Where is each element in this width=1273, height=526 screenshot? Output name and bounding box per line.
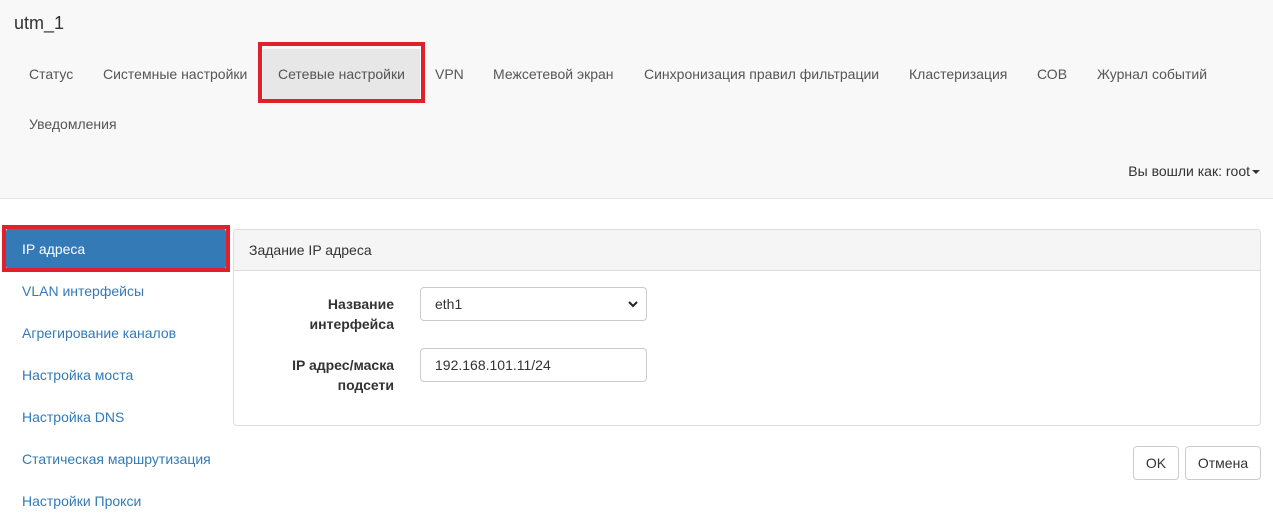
interface-label-line1: Название <box>327 296 394 312</box>
interface-label-line2: интерфейса <box>309 316 394 332</box>
ok-button[interactable]: OK <box>1133 446 1179 480</box>
nav-status[interactable]: Статус <box>14 49 88 99</box>
ip-mask-input[interactable]: 192.168.101.11/24 <box>420 348 647 382</box>
sidebar: IP адреса VLAN интерфейсы Агрегирование … <box>6 228 226 522</box>
interface-select[interactable]: eth1 <box>420 287 647 321</box>
ip-label-line2: подсети <box>337 377 394 393</box>
user-label: Вы вошли как: root <box>1128 163 1250 179</box>
sidebar-item-proxy[interactable]: Настройки Прокси <box>6 480 226 522</box>
chevron-down-icon <box>628 301 638 308</box>
nav-clustering[interactable]: Кластеризация <box>894 49 1022 99</box>
nav-notifications[interactable]: Уведомления <box>14 99 132 149</box>
interface-select-value: eth1 <box>435 296 463 312</box>
ip-label-line1: IP адрес/маска <box>292 357 394 373</box>
nav-event-log[interactable]: Журнал событий <box>1082 49 1222 99</box>
ip-address-panel: Задание IP адреса Название интерфейса et… <box>233 229 1261 426</box>
sidebar-item-static-routing[interactable]: Статическая маршрутизация <box>6 438 226 480</box>
panel-title: Задание IP адреса <box>234 230 1260 271</box>
nav-system-settings[interactable]: Системные настройки <box>88 49 262 99</box>
ip-mask-label: IP адрес/маска подсети <box>234 355 394 395</box>
caret-down-icon <box>1252 170 1260 175</box>
cancel-button[interactable]: Отмена <box>1185 446 1261 480</box>
sidebar-item-vlan[interactable]: VLAN интерфейсы <box>6 270 226 312</box>
sidebar-item-dns[interactable]: Настройка DNS <box>6 396 226 438</box>
nav-filter-sync[interactable]: Синхронизация правил фильтрации <box>629 49 894 99</box>
sidebar-item-link-aggregation[interactable]: Агрегирование каналов <box>6 312 226 354</box>
nav-ids[interactable]: СОВ <box>1022 49 1082 99</box>
app-title: utm_1 <box>14 13 65 33</box>
nav-vpn[interactable]: VPN <box>420 49 479 99</box>
nav-firewall[interactable]: Межсетевой экран <box>478 49 629 99</box>
sidebar-item-bridge[interactable]: Настройка моста <box>6 354 226 396</box>
user-menu[interactable]: Вы вошли как: root <box>1128 163 1260 179</box>
highlight-frame-sidebar <box>2 225 230 272</box>
top-navbar: utm_1 Статус Системные настройки Сетевые… <box>0 0 1273 199</box>
interface-name-label: Название интерфейса <box>234 294 394 334</box>
highlight-frame-nav <box>258 42 425 103</box>
